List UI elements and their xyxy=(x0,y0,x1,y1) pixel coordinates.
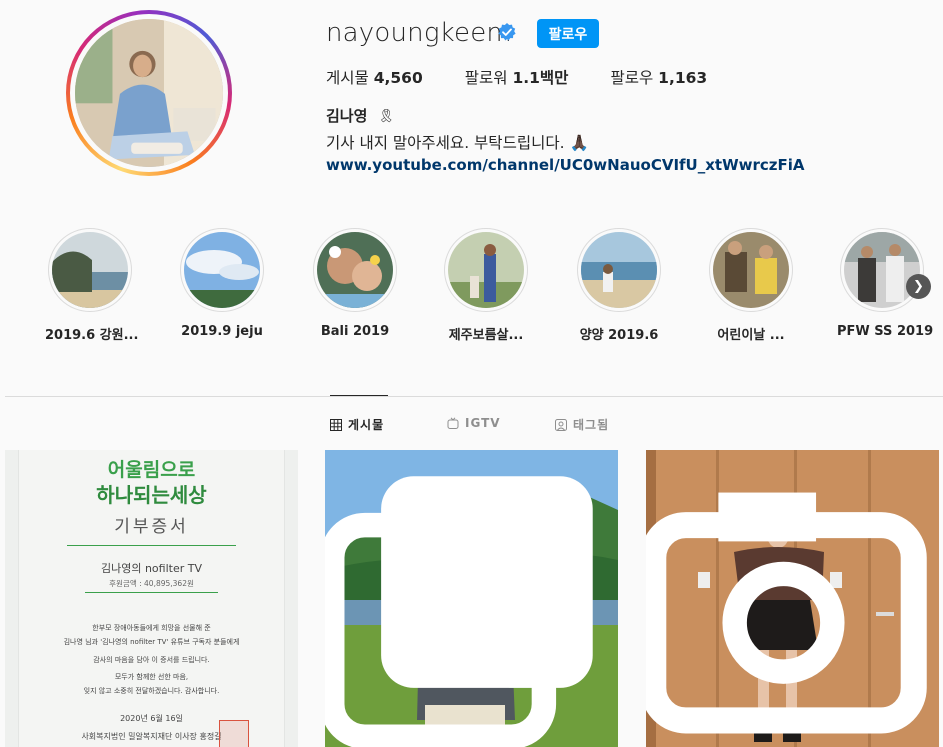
highlights-next-button[interactable]: ❯ xyxy=(906,274,931,299)
following-count-label: 팔로우 xyxy=(610,69,654,87)
highlight-cover-ring xyxy=(48,228,132,312)
story-highlight[interactable]: 2019.9 jeju xyxy=(177,228,267,339)
highlight-label: 제주보름살... xyxy=(448,328,524,343)
follow-button[interactable]: 팔로우 xyxy=(537,19,599,48)
certificate-rule xyxy=(85,592,218,593)
highlight-cover-image xyxy=(713,232,789,308)
followers-count-label: 팔로워 xyxy=(464,69,508,87)
story-highlight[interactable]: 제주보름살... xyxy=(441,228,531,343)
carousel-icon xyxy=(325,476,593,747)
tab-posts-label: 게시물 xyxy=(348,418,385,432)
certificate-signature: 사회복지법인 밀알복지재단 이사장 홍정길 xyxy=(81,732,222,741)
highlight-label: 2019.6 강원... xyxy=(45,328,139,343)
profile-avatar[interactable] xyxy=(70,14,228,172)
certificate-logo-line2: 하나되는세상 xyxy=(96,483,207,507)
certificate-date: 2020년 6월 16일 xyxy=(120,714,183,723)
posts-count: 게시물 4,560 xyxy=(326,66,423,88)
video-icon xyxy=(646,492,927,734)
certificate-seal xyxy=(219,720,249,747)
tab-igtv-label: IGTV xyxy=(465,416,501,430)
story-highlight[interactable]: 양양 2019.6 xyxy=(574,228,664,343)
story-highlight[interactable]: Bali 2019 xyxy=(310,228,400,339)
posts-count-label: 게시물 xyxy=(326,69,369,87)
tab-tagged[interactable]: 태그됨 xyxy=(555,416,609,433)
highlight-cover-image xyxy=(581,232,657,308)
highlight-label: 2019.9 jeju xyxy=(181,324,263,339)
highlight-cover-image xyxy=(448,232,524,308)
certificate-text-line: 모두가 함께한 선한 마음, xyxy=(114,673,189,681)
followers-count-value: 1.1백만 xyxy=(512,69,569,87)
certificate-text-line: 잊지 않고 소중히 전달하겠습니다. 감사합니다. xyxy=(83,687,220,695)
ribbon-icon: 🎗 xyxy=(378,109,395,124)
highlight-label: Bali 2019 xyxy=(320,324,390,339)
highlight-label: 어린이날 ... xyxy=(717,328,785,343)
highlight-cover-ring xyxy=(180,228,264,312)
followers-count[interactable]: 팔로워 1.1백만 xyxy=(465,66,569,88)
tabs-divider xyxy=(5,396,943,397)
post-thumbnail[interactable] xyxy=(325,450,618,747)
grid-icon xyxy=(330,418,342,431)
highlight-cover-image xyxy=(52,232,128,308)
following-count-value: 1,163 xyxy=(658,69,708,87)
post-thumbnail[interactable] xyxy=(646,450,939,747)
posts-count-value: 4,560 xyxy=(373,69,423,87)
profile-username: nayoungkeem xyxy=(326,18,512,48)
profile-stats: 게시물 4,560 팔로워 1.1백만 팔로우 1,163 xyxy=(326,66,749,88)
highlight-cover-ring xyxy=(313,228,397,312)
tab-tagged-label: 태그됨 xyxy=(573,418,610,432)
highlight-cover-ring xyxy=(577,228,661,312)
igtv-icon xyxy=(447,417,459,429)
highlight-cover-image xyxy=(184,232,260,308)
certificate-rule xyxy=(67,545,236,546)
highlight-cover-image xyxy=(844,232,920,308)
post-thumbnail[interactable]: 어울림으로 하나되는세상 기부증서 김나영의 nofilter TV 후원금액 … xyxy=(5,450,298,747)
profile-bio: 기사 내지 말아주세요. 부탁드립니다. 🙏🏿 xyxy=(326,134,589,152)
highlight-cover-ring xyxy=(840,228,924,312)
following-count[interactable]: 팔로우 1,163 xyxy=(610,66,707,88)
profile-avatar-ring[interactable] xyxy=(66,10,232,176)
highlight-cover-image xyxy=(317,232,393,308)
tab-posts[interactable]: 게시물 xyxy=(330,416,384,433)
certificate-amount: 후원금액 : 40,895,362원 xyxy=(109,579,194,588)
story-highlight[interactable]: 어린이날 ... xyxy=(706,228,796,343)
certificate-logo-line1: 어울림으로 xyxy=(107,459,196,481)
certificate-recipient: 김나영의 nofilter TV xyxy=(100,562,202,575)
profile-full-name: 김나영 xyxy=(326,107,368,125)
verified-badge-icon xyxy=(498,23,516,41)
highlight-label: 양양 2019.6 xyxy=(579,328,659,343)
certificate-image: 어울림으로 하나되는세상 기부증서 김나영의 nofilter TV 후원금액 … xyxy=(5,450,298,747)
chevron-right-icon: ❯ xyxy=(913,279,924,294)
story-highlight[interactable]: 2019.6 강원... xyxy=(45,228,139,343)
certificate-text-line: 김나영 님과 '김나영의 nofilter TV' 유튜브 구독자 분들에게 xyxy=(63,638,240,646)
highlight-cover-ring xyxy=(444,228,528,312)
tab-igtv[interactable]: IGTV xyxy=(447,416,501,430)
profile-website-link[interactable]: www.youtube.com/channel/UC0wNauoCVIfU_xt… xyxy=(326,156,805,174)
certificate-text-line: 감사의 마음을 담아 이 증서를 드립니다. xyxy=(93,656,210,664)
certificate-text-line: 한부모 장애아동들에게 희망을 선물해 준 xyxy=(92,624,211,632)
highlight-cover-ring xyxy=(709,228,793,312)
tagged-icon xyxy=(555,418,567,431)
active-tab-indicator xyxy=(330,395,388,396)
certificate-title: 기부증서 xyxy=(114,517,189,537)
highlight-label: PFW SS 2019 xyxy=(837,324,934,339)
